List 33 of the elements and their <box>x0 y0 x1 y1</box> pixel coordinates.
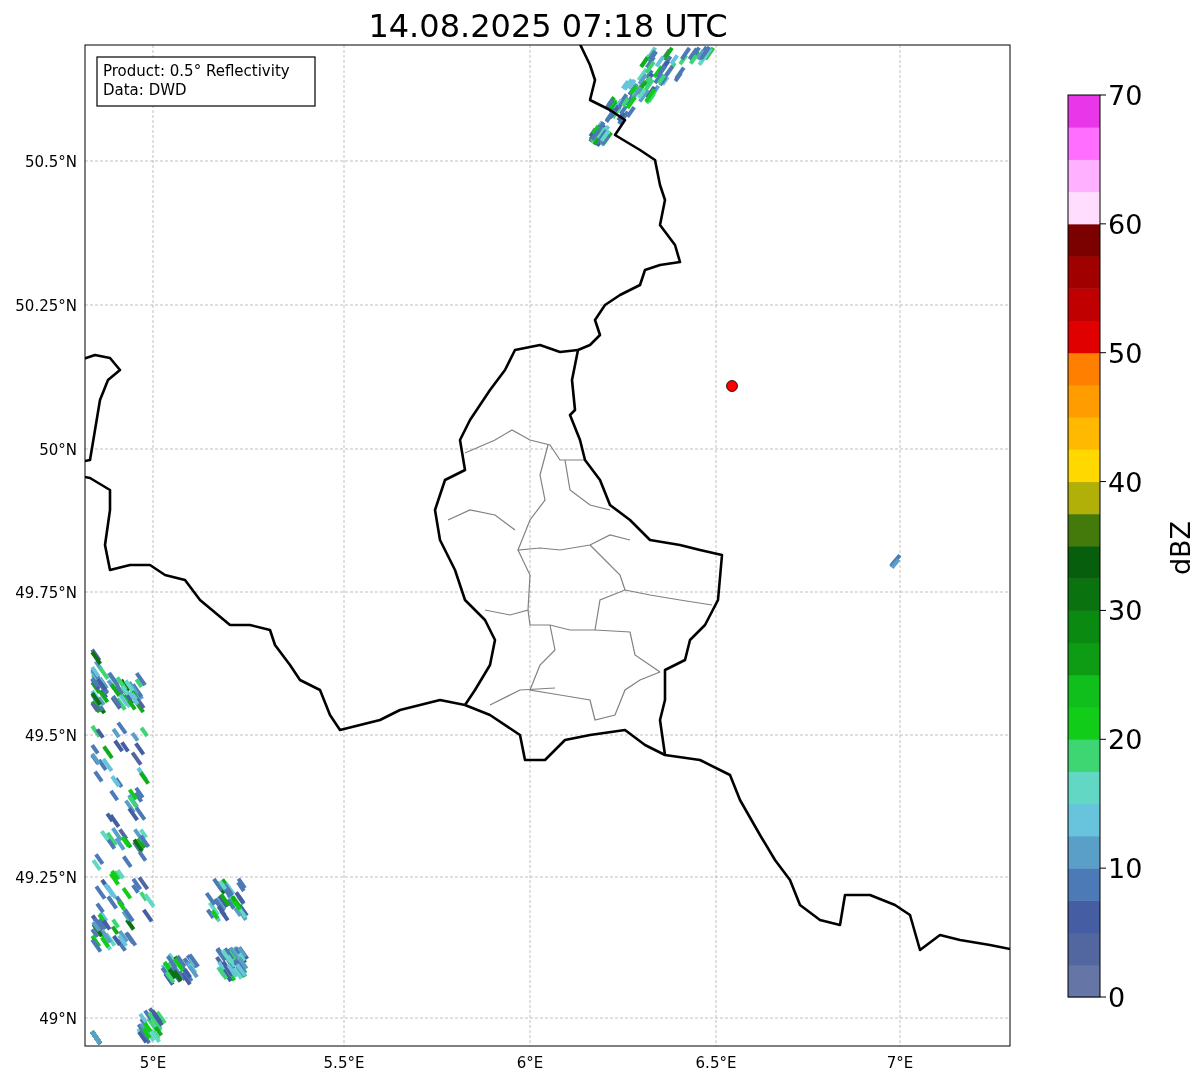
colorbar-tick-label: 10 <box>1108 853 1143 885</box>
latitude-label: 50.25°N <box>15 297 77 315</box>
colorbar-tick-label: 40 <box>1108 466 1143 498</box>
longitude-label: 5°E <box>139 1054 167 1072</box>
colorbar-tick-label: 0 <box>1108 982 1126 1013</box>
latitude-label: 49°N <box>39 1010 77 1028</box>
longitude-label: 6°E <box>516 1054 544 1072</box>
colorbar-title: dBZ <box>1165 520 1196 576</box>
tick-mark <box>1099 352 1107 354</box>
tick-mark <box>1099 867 1107 869</box>
info-box: Product: 0.5° Reflectivity Data: DWD <box>96 56 316 107</box>
longitude-label: 7°E <box>886 1054 914 1072</box>
latitude-label: 49.75°N <box>15 584 77 602</box>
tick-mark <box>1099 94 1107 96</box>
location-marker <box>726 380 738 392</box>
colorbar-tick-label: 60 <box>1108 208 1143 240</box>
tick-mark <box>1099 738 1107 740</box>
latitude-label: 50°N <box>39 441 77 459</box>
longitude-label: 6.5°E <box>695 1054 737 1072</box>
radar-echo-drawing <box>889 553 902 569</box>
tick-mark <box>1099 996 1107 998</box>
longitude-label: 5.5°E <box>323 1054 365 1072</box>
colorbar-tick-label: 30 <box>1108 595 1143 627</box>
colorbar-tick-label: 20 <box>1108 724 1143 756</box>
chart-title: 14.08.2025 07:18 UTC <box>368 7 728 45</box>
latitude-label: 49.25°N <box>15 869 77 887</box>
tick-mark <box>1099 481 1107 483</box>
colorbar-tick-label: 70 <box>1108 80 1143 111</box>
tick-mark <box>1099 609 1107 611</box>
colorbar-tick-label: 50 <box>1108 337 1143 369</box>
tick-mark <box>1099 223 1107 225</box>
latitude-label: 49.5°N <box>24 727 77 745</box>
latitude-label: 50.5°N <box>24 153 77 171</box>
